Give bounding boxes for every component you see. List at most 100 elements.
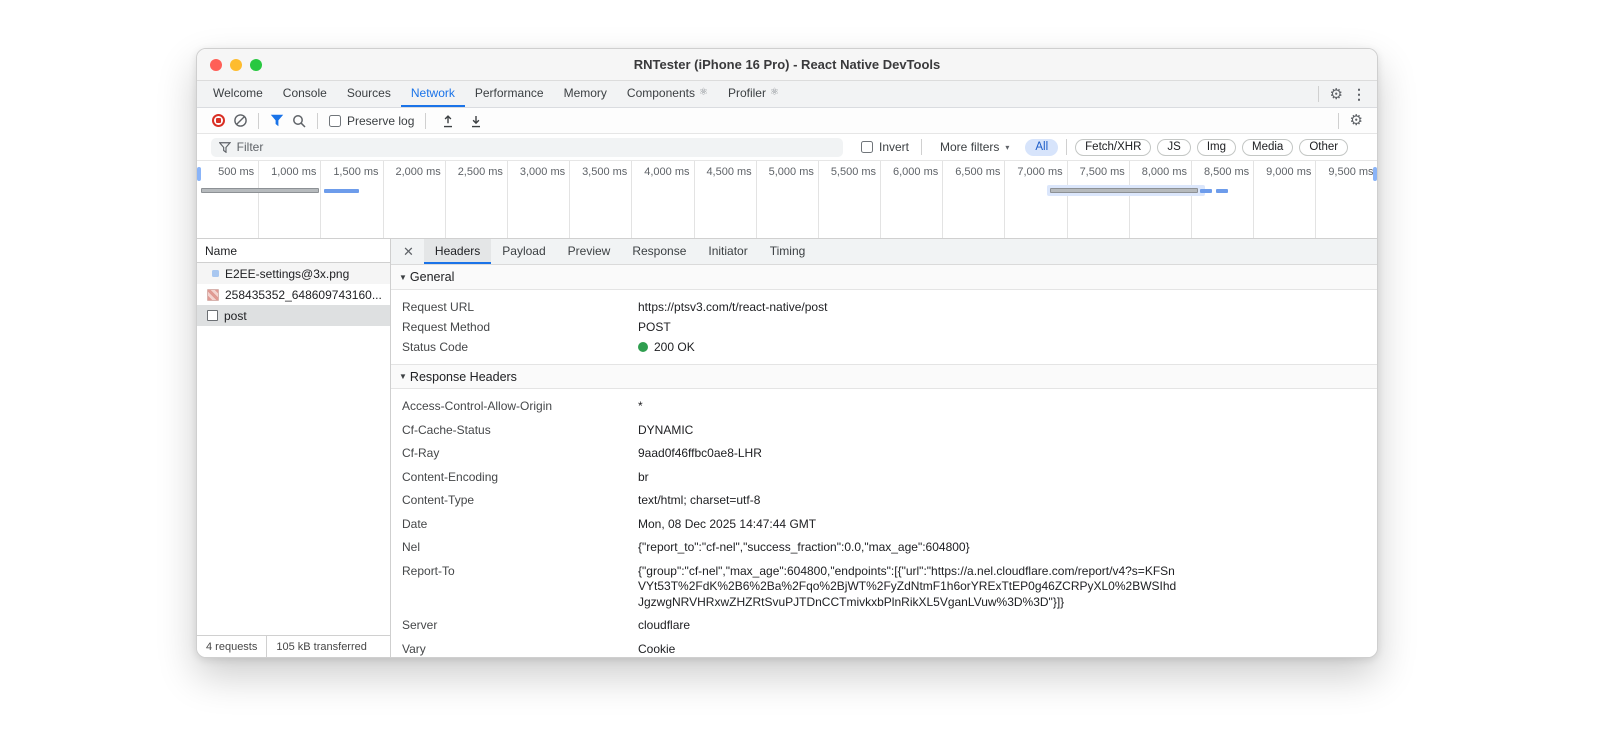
headers-view: ▼ General Request URL https://ptsv3.com/…: [391, 265, 1377, 657]
general-section-body: Request URL https://ptsv3.com/t/react-na…: [391, 290, 1377, 364]
timeline-label: 8,500 ms: [1203, 166, 1250, 178]
general-section-header[interactable]: ▼ General: [391, 265, 1377, 290]
timeline-label: 4,500 ms: [706, 166, 752, 178]
react-atom-icon: ⚛: [698, 87, 708, 98]
timeline-label: 3,000 ms: [519, 166, 566, 178]
timeline-label: 4,000 ms: [644, 166, 690, 178]
details-tab-response[interactable]: Response: [621, 239, 697, 264]
window-title: RNTester (iPhone 16 Pro) - React Native …: [633, 57, 941, 72]
details-tab-preview[interactable]: Preview: [557, 239, 622, 264]
name-column-header[interactable]: Name: [197, 239, 390, 263]
network-toolbar: Preserve log ⚙: [197, 108, 1377, 134]
waterfall-bar: [324, 189, 359, 193]
timeline-label: 6,000 ms: [893, 166, 939, 178]
response-headers-section-header[interactable]: ▼ Response Headers: [391, 364, 1377, 389]
timeline-label: 5,000 ms: [768, 166, 814, 178]
header-row: Access-Control-Allow-Origin *: [402, 399, 643, 413]
filter-pill-other[interactable]: Other: [1299, 138, 1349, 156]
invert-label: Invert: [879, 140, 910, 154]
import-har-icon: [472, 115, 481, 127]
waterfall-bar: [1200, 189, 1212, 193]
header-row: Vary Cookie: [402, 641, 676, 656]
record-network-log-button[interactable]: [207, 111, 229, 131]
network-summary-bar: 4 requests 105 kB transferred: [197, 635, 390, 657]
details-tab-timing[interactable]: Timing: [759, 239, 817, 264]
requests-count: 4 requests: [206, 640, 258, 653]
import-har-button[interactable]: [465, 111, 487, 131]
header-row: Content-Encoding br: [402, 469, 649, 484]
request-details-panel: ✕ Headers Payload Preview Response Initi…: [391, 239, 1377, 657]
timeline-label: 2,000 ms: [395, 166, 441, 178]
request-row[interactable]: 258435352_648609743160...: [197, 284, 390, 305]
details-tab-headers[interactable]: Headers: [423, 239, 492, 264]
waterfall-bar: [1216, 189, 1228, 193]
details-tab-initiator[interactable]: Initiator: [697, 239, 758, 264]
preserve-log-label: Preserve log: [347, 113, 415, 128]
record-icon: [211, 114, 225, 127]
filter-input-box[interactable]: [211, 137, 843, 157]
more-filters-dropdown[interactable]: More filters ▾: [940, 140, 1009, 154]
waterfall-bar: [1050, 188, 1198, 193]
network-filter-bar: Invert More filters ▾ All Fetch/XHR JS I…: [197, 134, 1377, 161]
header-row: Cf-Cache-Status DYNAMIC: [402, 422, 694, 437]
devtools-window: RNTester (iPhone 16 Pro) - React Native …: [196, 48, 1378, 658]
search-button[interactable]: [288, 111, 310, 131]
details-tabbar: ✕ Headers Payload Preview Response Initi…: [391, 239, 1377, 265]
waterfall-bar: [201, 188, 319, 193]
tab-network[interactable]: Network: [400, 81, 465, 107]
tab-welcome[interactable]: Welcome: [203, 81, 273, 107]
filter-pill-all[interactable]: All: [1025, 138, 1059, 156]
timeline-label: 7,500 ms: [1079, 166, 1125, 178]
timeline-label: 8,000 ms: [1141, 166, 1187, 178]
filter-toggle-button[interactable]: [266, 111, 288, 131]
image-thumbnail-icon: [207, 288, 219, 301]
divider: [1317, 86, 1319, 102]
tabbar-actions: ⚙ ⋮: [1311, 81, 1377, 107]
export-har-icon: [444, 114, 453, 127]
request-row-selected[interactable]: post: [197, 305, 390, 326]
timeline-label: 500 ms: [218, 166, 255, 178]
tab-profiler[interactable]: Profiler ⚛: [718, 81, 789, 107]
request-type-filters: All Fetch/XHR JS Img Media Other: [1025, 138, 1349, 156]
more-options-kebab-icon[interactable]: ⋮: [1347, 86, 1371, 103]
react-atom-icon: ⚛: [769, 87, 779, 98]
funnel-icon: [270, 114, 284, 127]
response-headers-section-body: Access-Control-Allow-Origin * Cf-Cache-S…: [391, 389, 1377, 657]
network-overview-timeline[interactable]: 500 ms 1,000 ms 1,500 ms 2,000 ms 2,500 …: [197, 161, 1377, 239]
devtools-tabbar: Welcome Console Sources Network Performa…: [197, 81, 1377, 108]
tab-memory[interactable]: Memory: [554, 81, 617, 107]
request-row[interactable]: E2EE-settings@3x.png: [197, 263, 390, 284]
filter-input[interactable]: [236, 140, 835, 154]
preserve-log-checkbox[interactable]: [329, 114, 341, 127]
details-tab-payload[interactable]: Payload: [491, 239, 556, 264]
header-row: Server cloudflare: [402, 618, 691, 632]
tab-components[interactable]: Components ⚛: [617, 81, 718, 107]
transferred-size: 105 kB transferred: [276, 640, 367, 653]
header-row: Content-Type text/html; charset=utf-8: [402, 493, 761, 507]
divider: [1066, 139, 1068, 155]
clear-network-log-button[interactable]: [229, 111, 251, 131]
close-details-button[interactable]: ✕: [391, 239, 424, 264]
disclosure-triangle-icon: ▼: [399, 272, 407, 282]
image-file-icon: [212, 270, 219, 277]
filter-pill-img[interactable]: Img: [1196, 138, 1236, 156]
export-har-button[interactable]: [437, 111, 459, 131]
window-titlebar: RNTester (iPhone 16 Pro) - React Native …: [197, 49, 1377, 81]
disclosure-triangle-icon: ▼: [399, 372, 407, 381]
funnel-small-icon: [219, 141, 231, 153]
tab-performance[interactable]: Performance: [465, 81, 554, 107]
timeline-edge-indicator: [197, 167, 201, 181]
header-row: Report-To {"group":"cf-nel","max_age":60…: [402, 563, 1177, 609]
network-settings-gear-icon[interactable]: ⚙: [1346, 113, 1367, 128]
close-icon: ✕: [403, 243, 414, 259]
filter-pill-js[interactable]: JS: [1157, 138, 1191, 156]
invert-checkbox[interactable]: [861, 141, 873, 153]
timeline-label: 6,500 ms: [955, 166, 1001, 178]
filter-pill-fetch-xhr[interactable]: Fetch/XHR: [1075, 138, 1152, 156]
tab-sources[interactable]: Sources: [337, 81, 401, 107]
settings-gear-icon[interactable]: ⚙: [1326, 87, 1347, 102]
tab-console[interactable]: Console: [273, 81, 337, 107]
filter-pill-media[interactable]: Media: [1242, 138, 1294, 156]
search-icon: [293, 114, 306, 128]
timeline-label: 1,500 ms: [333, 166, 379, 178]
